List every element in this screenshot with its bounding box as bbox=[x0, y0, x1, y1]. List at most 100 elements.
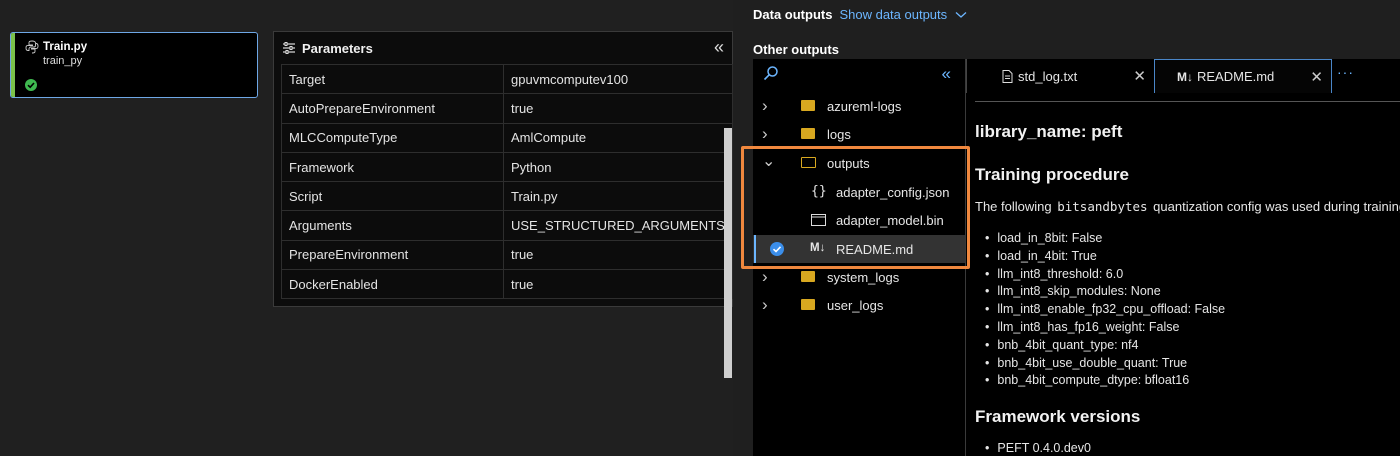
list-item: PEFT 0.4.0.dev0 bbox=[985, 440, 1091, 456]
selection-bar bbox=[754, 235, 756, 263]
chevron-down-icon[interactable]: ⌄ bbox=[762, 151, 775, 171]
quant-config-list: load_in_8bit: Falseload_in_4bit: Truellm… bbox=[985, 230, 1225, 390]
parameters-table: Target gpuvmcomputev100 AutoPrepareEnviron… bbox=[281, 63, 733, 300]
tree-item-label: user_logs bbox=[827, 297, 884, 313]
parameter-row: Target gpuvmcomputev100 bbox=[281, 63, 733, 95]
tree-item[interactable]: › user_logs bbox=[753, 291, 965, 319]
parameters-panel: Parameters « Target gpuvmcomputev100 AutoP… bbox=[273, 31, 733, 378]
tree-item[interactable]: › logs bbox=[753, 120, 965, 148]
chevron-right-icon[interactable]: › bbox=[762, 295, 772, 315]
folder-icon bbox=[801, 100, 815, 111]
list-item: llm_int8_threshold: 6.0 bbox=[985, 266, 1225, 284]
file-icon bbox=[1002, 70, 1013, 83]
parameter-row: PrepareEnvironment true bbox=[281, 239, 733, 271]
parameter-row: Script Train.py bbox=[281, 181, 733, 212]
parameter-key: PrepareEnvironment bbox=[281, 239, 504, 271]
tree-item[interactable]: adapter_model.bin bbox=[753, 206, 965, 234]
heading-training: Training procedure bbox=[975, 165, 1129, 184]
markdown-icon: M↓ bbox=[1177, 69, 1193, 84]
parameter-key: Framework bbox=[281, 151, 504, 183]
data-outputs-label: Data outputs bbox=[753, 7, 833, 22]
parameter-value: Train.py bbox=[503, 181, 733, 212]
list-item: llm_int8_skip_modules: None bbox=[985, 283, 1225, 301]
framework-list: PEFT 0.4.0.dev0 bbox=[985, 440, 1091, 456]
pipeline-node-train[interactable]: Train.py train_py bbox=[10, 32, 258, 98]
parameter-row: AutoPrepareEnvironment true bbox=[281, 93, 733, 124]
scrollbar[interactable] bbox=[724, 128, 732, 378]
list-item: bnb_4bit_compute_dtype: bfloat16 bbox=[985, 372, 1225, 390]
chevron-right-icon[interactable]: › bbox=[762, 124, 772, 144]
parameter-row: DockerEnabled true bbox=[281, 269, 733, 300]
list-item: load_in_4bit: True bbox=[985, 248, 1225, 266]
heading-framework: Framework versions bbox=[975, 407, 1141, 426]
list-item: llm_int8_has_fp16_weight: False bbox=[985, 319, 1225, 337]
show-data-outputs-link[interactable]: Show data outputs bbox=[839, 7, 967, 22]
list-item: load_in_8bit: False bbox=[985, 230, 1225, 248]
binary-file-icon bbox=[811, 214, 826, 226]
success-check-icon bbox=[25, 79, 37, 91]
node-title: Train.py bbox=[43, 41, 88, 53]
file-tree-pane: « › azureml-logs › logs ⌄ outputs{} adapter_co… bbox=[753, 59, 965, 456]
tree-item[interactable]: › azureml-logs bbox=[753, 92, 965, 120]
json-icon: {} bbox=[811, 184, 827, 199]
tree-item-label: azureml-logs bbox=[827, 98, 902, 114]
folder-icon bbox=[801, 299, 815, 310]
chevron-down-icon bbox=[955, 12, 967, 18]
markdown-icon: M↓ bbox=[810, 242, 826, 254]
selected-check-icon bbox=[770, 242, 784, 256]
tab-std-log[interactable]: std_log.txt ✕ bbox=[966, 59, 1154, 93]
parameter-row: Arguments USE_STRUCTURED_ARGUMENTS bbox=[281, 210, 733, 241]
parameter-key: Arguments bbox=[281, 210, 504, 241]
parameter-value: true bbox=[503, 269, 733, 300]
list-item: bnb_4bit_use_double_quant: True bbox=[985, 355, 1225, 373]
tree-item[interactable]: ⌄ outputs bbox=[753, 149, 965, 177]
parameter-value: true bbox=[503, 239, 733, 271]
parameter-value: USE_STRUCTURED_ARGUMENTS bbox=[503, 210, 733, 241]
tree-item[interactable]: › system_logs bbox=[753, 263, 965, 291]
paragraph-quant: The following bitsandbytes quantization … bbox=[975, 199, 1400, 214]
node-status-bar bbox=[11, 33, 15, 97]
parameter-value: gpuvmcomputev100 bbox=[503, 63, 733, 95]
other-outputs-label: Other outputs bbox=[753, 42, 839, 57]
folder-icon bbox=[801, 128, 815, 139]
tab-readme[interactable]: M↓ README.md ✕ bbox=[1154, 59, 1332, 93]
settings-sliders-icon bbox=[283, 42, 295, 54]
tree-item[interactable]: M↓ README.md bbox=[753, 235, 965, 263]
parameters-title: Parameters bbox=[302, 40, 373, 56]
close-icon[interactable]: ✕ bbox=[1310, 68, 1323, 86]
parameter-key: Script bbox=[281, 181, 504, 212]
data-outputs-row: Data outputs Show data outputs bbox=[753, 7, 967, 22]
more-tabs-icon[interactable]: ··· bbox=[1337, 64, 1354, 80]
parameter-key: MLCComputeType bbox=[281, 122, 504, 153]
pipeline-canvas: Train.py train_py Parameters « Target gpu… bbox=[0, 0, 733, 456]
tree-item-label: adapter_model.bin bbox=[836, 212, 944, 228]
heading-library: library_name: peft bbox=[975, 122, 1123, 141]
tab-label: README.md bbox=[1197, 69, 1275, 84]
folder-open-icon bbox=[801, 157, 816, 168]
parameter-row: Framework Python bbox=[281, 151, 733, 183]
tree-toolbar: « bbox=[753, 59, 965, 91]
tree-item[interactable]: {} adapter_config.json bbox=[753, 178, 965, 206]
python-icon bbox=[25, 40, 39, 54]
tree-item-label: outputs bbox=[827, 155, 870, 171]
outputs-area: Data outputs Show data outputs Other out… bbox=[733, 0, 1400, 456]
parameter-value: true bbox=[503, 93, 733, 124]
collapse-tree-icon[interactable]: « bbox=[942, 64, 951, 84]
tree-item-label: README.md bbox=[836, 241, 914, 257]
parameter-key: AutoPrepareEnvironment bbox=[281, 93, 504, 124]
folder-icon bbox=[801, 271, 815, 282]
inline-code: bitsandbytes bbox=[1057, 199, 1148, 214]
chevron-right-icon[interactable]: › bbox=[762, 267, 772, 287]
list-item: bnb_4bit_quant_type: nf4 bbox=[985, 337, 1225, 355]
chevron-right-icon[interactable]: › bbox=[762, 96, 772, 116]
tree-item-label: adapter_config.json bbox=[836, 184, 950, 200]
parameter-key: DockerEnabled bbox=[281, 269, 504, 300]
search-icon[interactable] bbox=[763, 65, 779, 81]
parameter-value: Python bbox=[503, 151, 733, 183]
parameter-row: MLCComputeType AmlCompute bbox=[281, 122, 733, 153]
collapse-panel-icon[interactable]: « bbox=[714, 38, 724, 56]
file-tabs: std_log.txt ✕ M↓ README.md ✕ ··· bbox=[966, 59, 1400, 93]
node-subtitle: train_py bbox=[43, 55, 83, 67]
tab-label: std_log.txt bbox=[1018, 68, 1078, 84]
close-icon[interactable]: ✕ bbox=[1133, 67, 1146, 85]
